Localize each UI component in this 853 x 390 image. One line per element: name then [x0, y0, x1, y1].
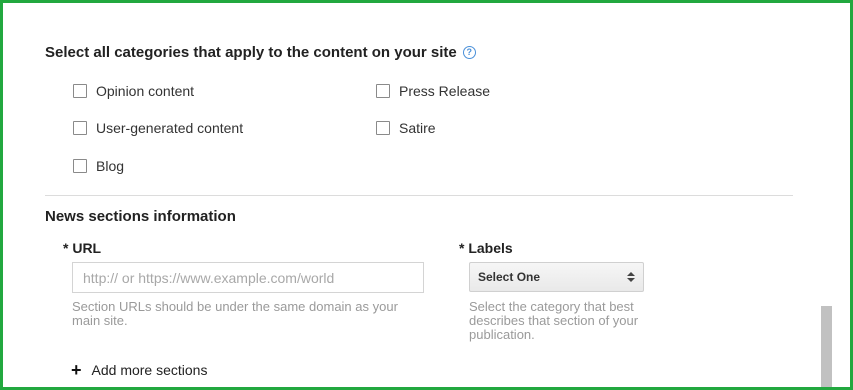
labels-label: * Labels [459, 240, 513, 256]
categories-heading: Select all categories that apply to the … [45, 44, 476, 61]
blog-label: Blog [96, 158, 125, 174]
url-input[interactable] [72, 262, 424, 293]
satire-label: Satire [399, 120, 436, 136]
scrollbar-thumb[interactable] [821, 306, 832, 387]
opinion-checkbox[interactable] [73, 84, 87, 98]
category-option-blog[interactable]: Blog [73, 158, 124, 174]
opinion-label: Opinion content [96, 83, 195, 99]
labels-help-text: Select the category that best describes … [469, 299, 639, 342]
help-icon[interactable]: ? [462, 46, 476, 59]
url-label: * URL [63, 240, 102, 256]
user-generated-label: User-generated content [96, 120, 244, 136]
category-option-satire[interactable]: Satire [376, 120, 436, 136]
category-option-opinion[interactable]: Opinion content [73, 83, 194, 99]
labels-select-value: Select One [478, 270, 541, 284]
categories-heading-text: Select all categories that apply to the … [45, 44, 457, 61]
category-option-user-generated[interactable]: User-generated content [73, 120, 243, 136]
news-sections-title: News sections information [45, 208, 236, 225]
plus-icon: + [71, 360, 82, 380]
user-generated-checkbox[interactable] [73, 121, 87, 135]
section-divider [45, 195, 793, 196]
select-arrows-icon [627, 272, 635, 282]
press-release-label: Press Release [399, 83, 491, 99]
satire-checkbox[interactable] [376, 121, 390, 135]
labels-select[interactable]: Select One [469, 262, 644, 292]
category-option-press-release[interactable]: Press Release [376, 83, 490, 99]
add-more-sections-label: Add more sections [91, 362, 208, 378]
url-help-text: Section URLs should be under the same do… [72, 299, 398, 328]
blog-checkbox[interactable] [73, 159, 87, 173]
press-release-checkbox[interactable] [376, 84, 390, 98]
add-more-sections-button[interactable]: + Add more sections [71, 361, 207, 379]
